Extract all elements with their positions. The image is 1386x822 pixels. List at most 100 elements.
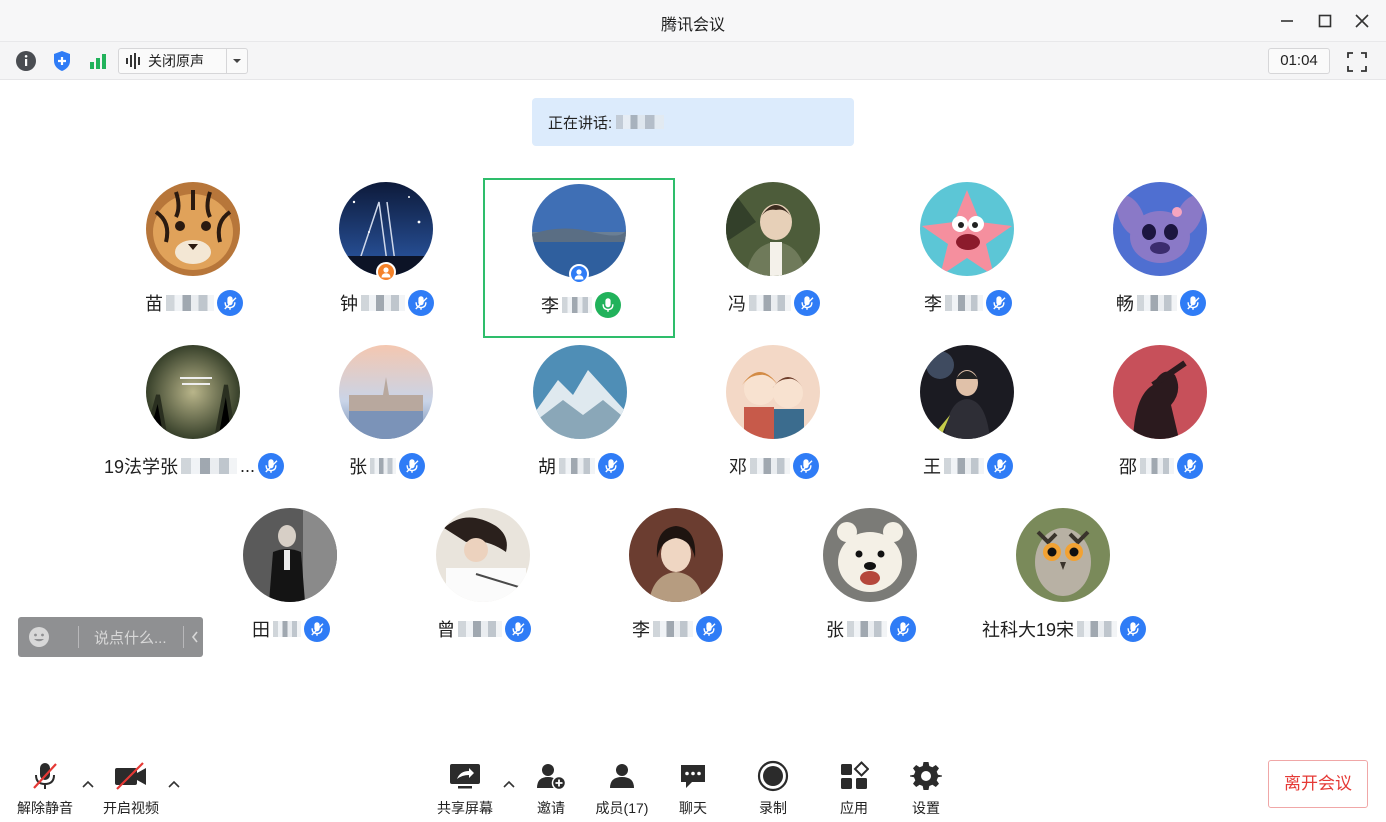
mic-muted-icon (505, 616, 531, 642)
signal-icon[interactable] (86, 49, 110, 73)
participant-tile[interactable]: 李 (872, 180, 1064, 340)
host-icon (376, 262, 396, 282)
speaking-prefix: 正在讲话: (548, 114, 613, 132)
chat-label: 聊天 (679, 800, 707, 816)
speaking-indicator: 正在讲话: (532, 98, 854, 146)
participant-name-row: 李 (581, 615, 773, 643)
settings-button[interactable]: 设置 (891, 758, 961, 818)
participant-name: 李 (632, 620, 650, 640)
unmute-label: 解除静音 (17, 800, 73, 816)
chat-divider (183, 626, 184, 648)
chat-divider (78, 626, 79, 648)
participant-name: 19法学张 (103, 457, 178, 477)
maximize-button[interactable] (1312, 8, 1338, 34)
participant-name: 田 (252, 620, 270, 640)
mic-muted-icon (1120, 616, 1147, 642)
participant-tile[interactable]: 曾 (388, 506, 580, 666)
participant-name-redacted (1140, 458, 1174, 474)
participant-tile[interactable]: 李 (581, 506, 773, 666)
original-sound-dropdown[interactable] (226, 49, 247, 73)
avatar (726, 182, 820, 276)
record-button[interactable]: 录制 (738, 758, 808, 818)
chat-input[interactable]: 说点什么... (94, 627, 167, 648)
mic-muted-icon (399, 453, 425, 479)
chevron-up-icon (168, 780, 180, 788)
avatar (339, 345, 433, 439)
audio-options-button[interactable] (80, 776, 96, 792)
participant-tile[interactable]: 畅 (1065, 180, 1257, 340)
mic-muted-icon (1180, 290, 1206, 316)
share-options-button[interactable] (501, 776, 517, 792)
shield-icon[interactable] (50, 49, 74, 73)
original-sound-button[interactable]: 关闭原声 (119, 49, 227, 73)
participant-tile[interactable]: 王 (872, 343, 1064, 503)
participant-tile[interactable]: 邵 (1065, 343, 1257, 503)
participant-tile[interactable]: 社科大19宋 (968, 506, 1160, 666)
participant-tile[interactable]: 邓 (678, 343, 870, 503)
avatar (1016, 508, 1110, 602)
participant-tile[interactable]: 李 (483, 178, 675, 338)
video-options-button[interactable] (166, 776, 182, 792)
mic-active-icon (595, 292, 621, 318)
participant-tile[interactable]: 张 (775, 506, 967, 666)
emoji-icon[interactable] (28, 626, 50, 648)
participant-tile[interactable]: 19法学张... (98, 343, 290, 503)
participant-name-redacted (1077, 621, 1118, 637)
avatar (146, 345, 240, 439)
unmute-button[interactable]: 解除静音 (10, 758, 80, 818)
participant-name-row: 畅 (1065, 289, 1257, 317)
participant-tile[interactable]: 胡 (485, 343, 677, 503)
fullscreen-icon[interactable] (1345, 50, 1369, 74)
participant-tile[interactable]: 冯 (678, 180, 870, 340)
participant-name: 李 (924, 294, 942, 314)
participant-name: 王 (923, 457, 941, 477)
participant-tile[interactable]: 田 (195, 506, 387, 666)
add-user-icon (533, 758, 569, 794)
share-screen-icon (447, 758, 483, 794)
participant-tile[interactable]: 苗 (98, 180, 290, 340)
share-screen-button[interactable]: 共享屏幕 (430, 758, 500, 818)
participant-name-row: 冯 (678, 289, 870, 317)
apps-button[interactable]: 应用 (819, 758, 889, 818)
chat-bubble-icon (675, 758, 711, 794)
participant-name-redacted (458, 621, 502, 637)
chat-button[interactable]: 聊天 (658, 758, 728, 818)
participant-name: 邓 (729, 457, 747, 477)
invite-button[interactable]: 邀请 (516, 758, 586, 818)
participant-name: 曾 (437, 620, 455, 640)
participant-name-row: 李 (485, 291, 677, 319)
record-label: 录制 (759, 800, 787, 816)
participant-name-row: 张 (291, 452, 483, 480)
participant-name-redacted (559, 458, 595, 474)
apps-grid-icon (836, 758, 872, 794)
avatar (726, 345, 820, 439)
info-icon[interactable] (14, 49, 38, 73)
participant-name-row: 社科大19宋 (968, 615, 1160, 643)
participant-tile[interactable]: 张 (291, 343, 483, 503)
collapse-chat-button[interactable] (188, 627, 202, 647)
participant-name: 社科大19宋 (981, 620, 1075, 640)
avatar (533, 345, 627, 439)
participant-name: 邵 (1119, 457, 1137, 477)
participant-name-row: 田 (195, 615, 387, 643)
start-video-button[interactable]: 开启视频 (96, 758, 166, 818)
members-button[interactable]: 成员(17) (587, 758, 657, 818)
leave-meeting-button[interactable]: 离开会议 (1268, 760, 1368, 808)
participant-name-row: 王 (872, 452, 1064, 480)
avatar (629, 508, 723, 602)
mic-muted-icon (987, 453, 1013, 479)
close-button[interactable] (1349, 8, 1375, 34)
avatar (436, 508, 530, 602)
participant-name-ellipsis: ... (240, 455, 256, 476)
mic-muted-icon (258, 453, 285, 479)
participant-name-row: 19法学张... (98, 452, 290, 480)
participant-name-redacted (944, 458, 984, 474)
window-title: 腾讯会议 (660, 17, 725, 34)
avatar (146, 182, 240, 276)
participant-tile[interactable]: 钟 (291, 180, 483, 340)
minimize-button[interactable] (1274, 8, 1300, 34)
participant-name-redacted (945, 295, 983, 311)
participant-name-redacted (847, 621, 887, 637)
participant-name: 冯 (728, 294, 746, 314)
chevron-up-icon (82, 780, 94, 788)
